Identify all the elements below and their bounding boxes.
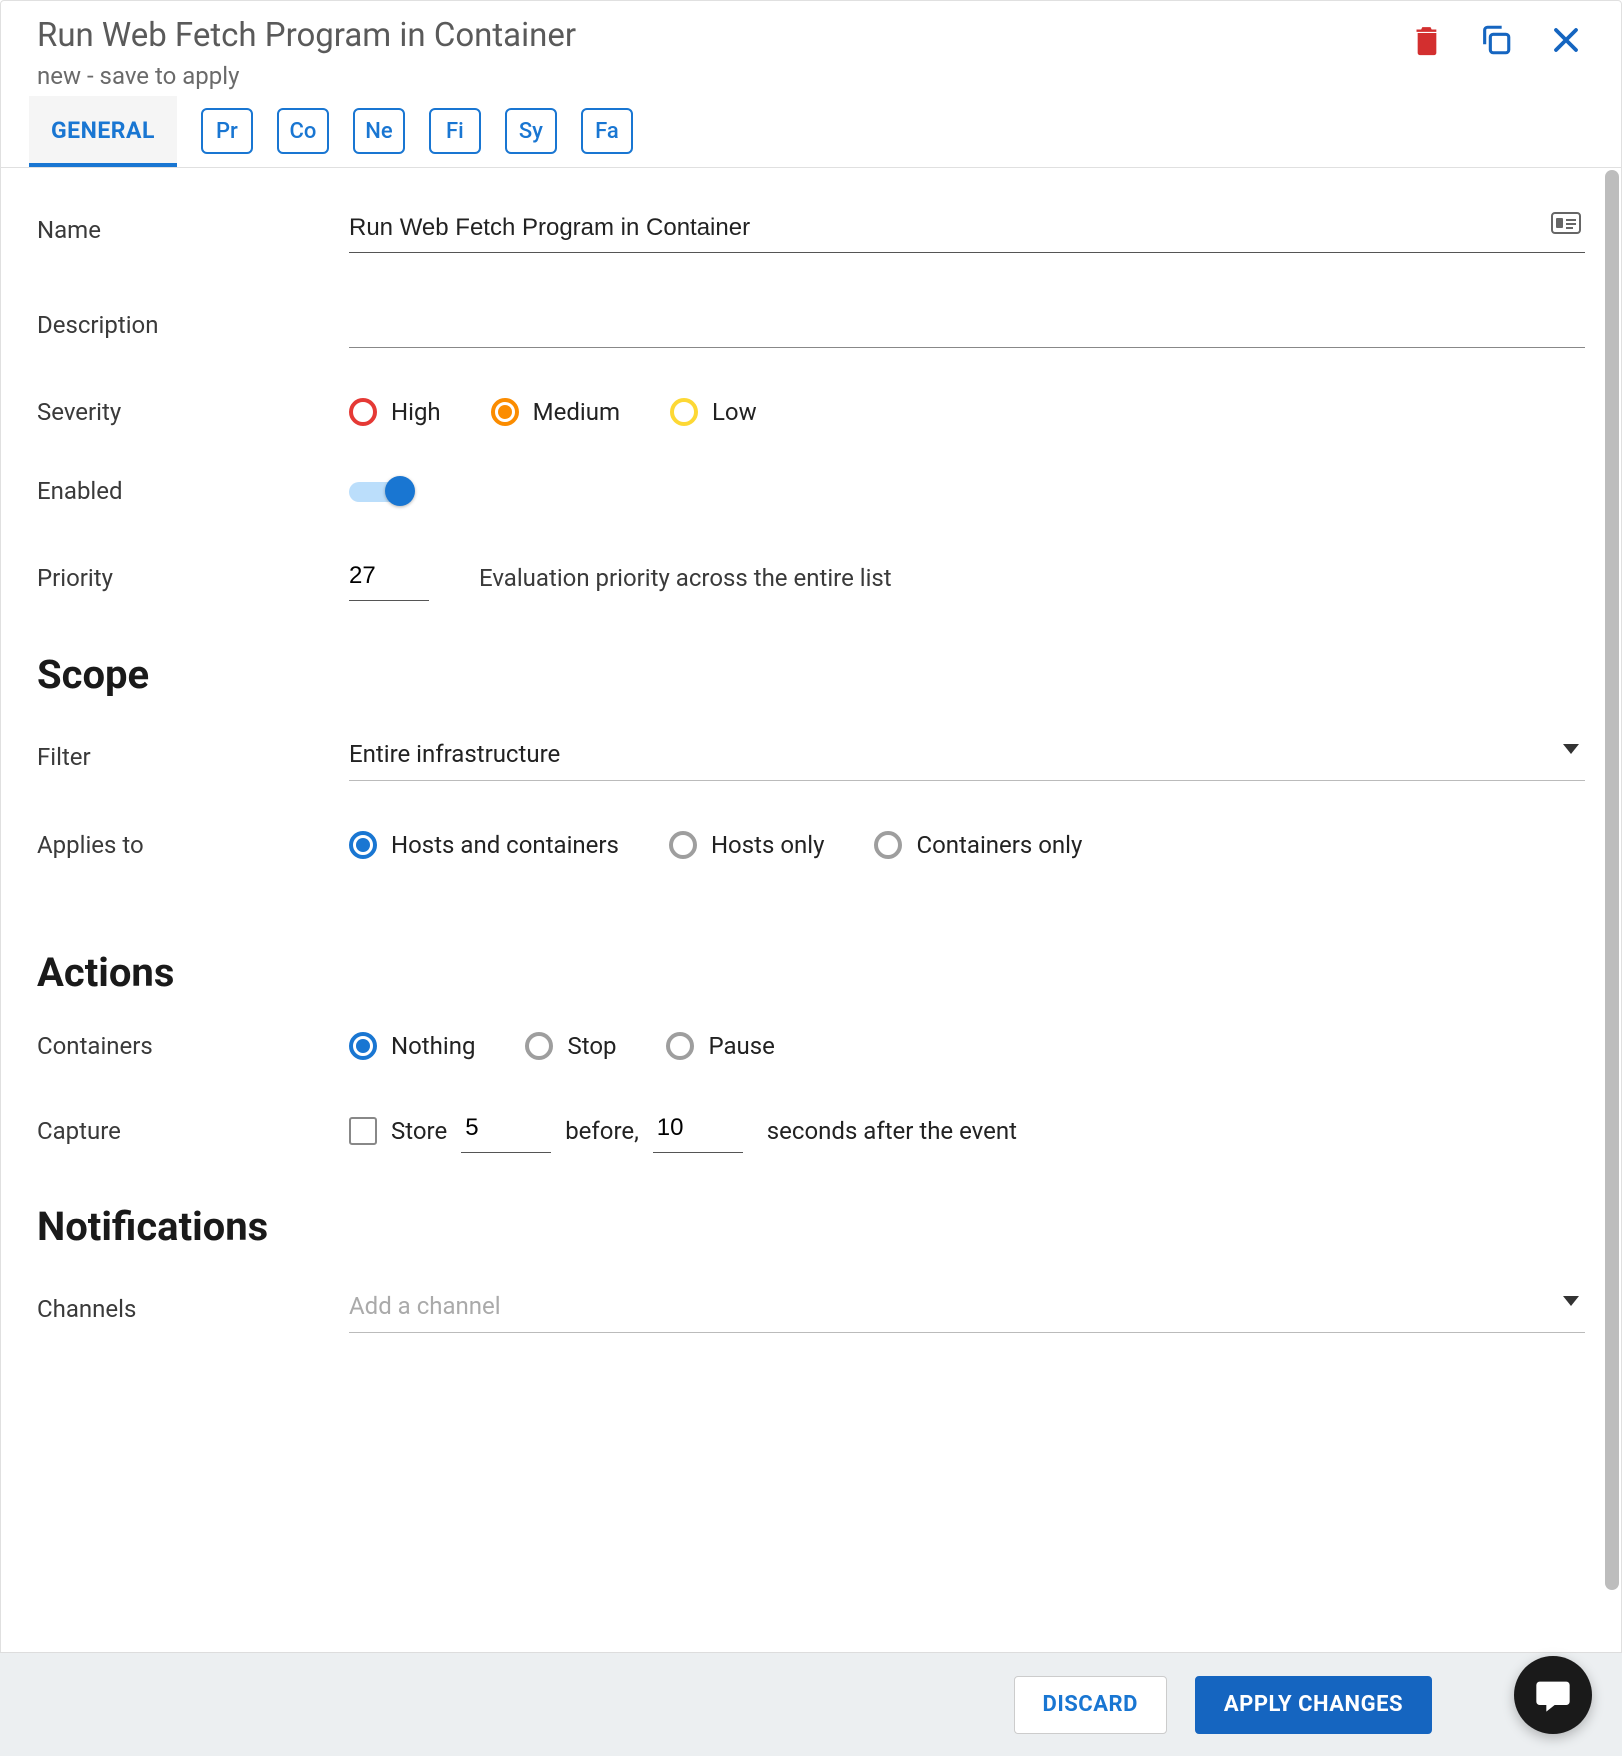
applies-both-label: Hosts and containers <box>391 831 619 859</box>
close-button[interactable] <box>1551 25 1581 55</box>
channels-select[interactable]: Add a channel <box>349 1286 1585 1333</box>
close-icon <box>1551 25 1581 55</box>
channels-placeholder: Add a channel <box>349 1292 501 1320</box>
capture-before-input[interactable] <box>461 1110 551 1153</box>
chevron-down-icon <box>1563 744 1579 754</box>
radio-icon <box>669 831 697 859</box>
applies-radio-both[interactable]: Hosts and containers <box>349 831 619 859</box>
containers-radio-nothing[interactable]: Nothing <box>349 1032 475 1060</box>
radio-icon <box>670 398 698 426</box>
radio-icon <box>349 1032 377 1060</box>
discard-button[interactable]: DISCARD <box>1014 1676 1167 1734</box>
radio-icon <box>525 1032 553 1060</box>
applies-radio-hosts[interactable]: Hosts only <box>669 831 825 859</box>
severity-radio-medium[interactable]: Medium <box>491 398 620 426</box>
containers-radio-stop[interactable]: Stop <box>525 1032 616 1060</box>
severity-label: Severity <box>37 398 349 426</box>
filter-select[interactable]: Entire infrastructure <box>349 734 1585 781</box>
copy-button[interactable] <box>1479 23 1513 57</box>
radio-icon <box>666 1032 694 1060</box>
containers-nothing-label: Nothing <box>391 1032 475 1060</box>
id-card-icon[interactable] <box>1551 212 1581 240</box>
radio-icon <box>491 398 519 426</box>
apply-changes-button[interactable]: APPLY CHANGES <box>1195 1676 1432 1734</box>
tab-pr[interactable]: Pr <box>201 108 253 154</box>
applies-hosts-label: Hosts only <box>711 831 825 859</box>
capture-store-checkbox[interactable] <box>349 1117 377 1145</box>
containers-radio-pause[interactable]: Pause <box>666 1032 774 1060</box>
containers-pause-label: Pause <box>708 1032 774 1060</box>
tab-fa[interactable]: Fa <box>581 108 633 154</box>
filter-value: Entire infrastructure <box>349 740 560 768</box>
tab-fi[interactable]: Fi <box>429 108 481 154</box>
description-input[interactable] <box>349 303 1585 348</box>
actions-heading: Actions <box>37 949 1585 996</box>
name-input[interactable] <box>349 208 1585 253</box>
severity-radio-high[interactable]: High <box>349 398 441 426</box>
capture-after-input[interactable] <box>653 1110 743 1153</box>
applies-to-label: Applies to <box>37 831 349 859</box>
severity-radio-low[interactable]: Low <box>670 398 757 426</box>
filter-label: Filter <box>37 743 349 771</box>
priority-label: Priority <box>37 564 349 592</box>
name-label: Name <box>37 216 349 244</box>
capture-label: Capture <box>37 1117 349 1145</box>
priority-input[interactable] <box>349 556 429 601</box>
chevron-down-icon <box>1563 1296 1579 1306</box>
containers-label: Containers <box>37 1032 349 1060</box>
radio-icon <box>349 831 377 859</box>
capture-store-label: Store <box>391 1117 447 1145</box>
capture-after-text: seconds after the event <box>767 1117 1017 1145</box>
enabled-toggle[interactable] <box>349 476 415 506</box>
scope-heading: Scope <box>37 651 1585 698</box>
tab-co[interactable]: Co <box>277 108 329 154</box>
trash-icon <box>1413 23 1441 57</box>
chat-icon <box>1533 1675 1573 1715</box>
tab-bar: GENERAL Pr Co Ne Fi Sy Fa <box>1 96 1621 168</box>
severity-low-label: Low <box>712 398 757 426</box>
scrollbar[interactable] <box>1605 170 1619 1590</box>
severity-high-label: High <box>391 398 441 426</box>
editor-header: Run Web Fetch Program in Container new -… <box>1 1 1621 96</box>
channels-label: Channels <box>37 1295 349 1323</box>
delete-button[interactable] <box>1413 23 1441 57</box>
footer-bar: DISCARD APPLY CHANGES <box>0 1652 1622 1756</box>
containers-stop-label: Stop <box>567 1032 616 1060</box>
capture-before-text: before, <box>565 1117 639 1145</box>
applies-radio-containers[interactable]: Containers only <box>874 831 1082 859</box>
tab-sy[interactable]: Sy <box>505 108 557 154</box>
radio-icon <box>349 398 377 426</box>
applies-containers-label: Containers only <box>916 831 1082 859</box>
page-title: Run Web Fetch Program in Container <box>37 15 576 58</box>
radio-icon <box>874 831 902 859</box>
tab-general[interactable]: GENERAL <box>29 96 177 167</box>
severity-medium-label: Medium <box>533 398 620 426</box>
notifications-heading: Notifications <box>37 1203 1585 1250</box>
page-subtitle: new - save to apply <box>37 62 576 90</box>
copy-icon <box>1479 23 1513 57</box>
tab-ne[interactable]: Ne <box>353 108 405 154</box>
chat-widget-button[interactable] <box>1514 1656 1592 1734</box>
description-label: Description <box>37 311 349 339</box>
priority-hint: Evaluation priority across the entire li… <box>479 564 892 592</box>
form-content: Name Description Severity High <box>1 168 1621 1679</box>
enabled-label: Enabled <box>37 477 349 505</box>
